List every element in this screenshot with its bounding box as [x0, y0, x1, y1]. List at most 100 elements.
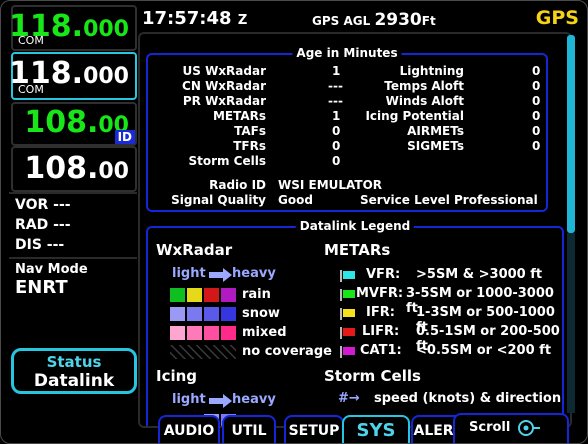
scroll-knob-icon — [518, 420, 540, 436]
tab-util[interactable]: UTIL — [222, 415, 276, 443]
cat1-flag-icon — [340, 346, 355, 358]
nav-mode-label: Nav Mode — [15, 262, 88, 277]
age-value: --- — [328, 94, 343, 108]
age-box-title: Age in Minutes — [292, 46, 402, 60]
intensity-arrow-icon — [209, 268, 232, 282]
rad-readout: RAD --- — [15, 217, 71, 233]
radio-id-label: Radio ID — [209, 178, 266, 192]
age-value: 1 — [332, 64, 341, 78]
mixed-swatch — [221, 326, 236, 340]
signal-quality-label: Signal Quality — [171, 193, 266, 207]
rain-swatch — [187, 288, 202, 302]
mvfr-flag-icon — [340, 289, 355, 301]
wxradar-legend-title: WxRadar — [156, 241, 233, 259]
icing-light-label: light — [172, 392, 206, 407]
radio-id-value: WSI EMULATOR — [278, 178, 383, 192]
wxradar-light-label: light — [172, 266, 206, 281]
service-level-label: Service Level — [360, 193, 450, 207]
nav1-frequency-box[interactable]: 108.00 ID — [11, 102, 137, 146]
tab-setup[interactable]: SETUP — [284, 415, 344, 443]
rain-swatch — [221, 288, 236, 302]
tab-sys[interactable]: SYS — [342, 415, 410, 443]
age-in-minutes-box: Age in Minutes US WxRadar 1 CN WxRadar -… — [146, 46, 548, 212]
nav-source-annunciator: GPS — [535, 7, 579, 29]
nav1-standby-frequency: 108.00 — [24, 151, 129, 186]
snow-swatch — [221, 307, 236, 321]
age-label: Storm Cells — [188, 154, 266, 168]
service-level-value: Professional — [454, 193, 538, 207]
no-coverage-label: no coverage — [242, 344, 332, 359]
metar-category: LIFR: — [362, 324, 400, 339]
scrollbar-track[interactable] — [567, 233, 575, 413]
storm-cell-icon: #→ — [338, 391, 360, 406]
icing-heavy-label: heavy — [232, 392, 276, 407]
tab-audio[interactable]: AUDIO — [158, 415, 220, 443]
metars-legend-title: METARs — [324, 241, 391, 259]
com1-standby-label: COM — [18, 83, 44, 96]
ifr-flag-icon — [340, 308, 355, 320]
age-value: 0 — [532, 124, 541, 138]
age-label: Icing Potential — [365, 109, 464, 123]
wxradar-heavy-label: heavy — [232, 266, 276, 281]
mixed-swatch — [204, 326, 219, 340]
metar-category: MVFR: — [356, 286, 404, 301]
signal-quality-value: Good — [278, 193, 313, 207]
age-label: TFRs — [233, 139, 266, 153]
mixed-label: mixed — [242, 325, 287, 340]
metar-category: VFR: — [366, 267, 401, 282]
icing-legend-title: Icing — [156, 367, 198, 385]
age-value: --- — [328, 79, 343, 93]
divider — [9, 257, 137, 259]
scrollbar-thumb[interactable] — [567, 35, 575, 233]
mixed-swatch — [187, 326, 202, 340]
age-value: 0 — [532, 139, 541, 153]
status-button-page: Datalink — [33, 371, 115, 391]
rain-swatch — [170, 288, 185, 302]
no-coverage-hatch — [170, 345, 236, 359]
metar-category: IFR: — [366, 305, 395, 320]
nav1-standby-box[interactable]: 108.00 — [11, 146, 137, 192]
age-label: Lightning — [399, 64, 464, 78]
age-label: Temps Aloft — [384, 79, 464, 93]
mixed-swatch — [170, 326, 185, 340]
com1-frequency-box[interactable]: 118.000 COM — [9, 5, 137, 51]
age-label: PR WxRadar — [182, 94, 266, 108]
age-value: 0 — [532, 64, 541, 78]
divider — [9, 192, 137, 194]
vor-readout: VOR --- — [15, 197, 71, 213]
rain-label: rain — [242, 287, 271, 302]
datalink-legend-box: Datalink Legend WxRadar light heavy rain… — [146, 219, 564, 426]
status-button-title: Status — [46, 353, 102, 371]
scroll-label: Scroll — [469, 420, 511, 435]
metar-definition: >5SM & >3000 ft — [416, 267, 543, 282]
display-frame: 118.000 COM 118.000 COM 108.00 ID 108.00… — [0, 0, 588, 444]
nav1-frequency: 108.00 — [24, 105, 129, 140]
age-value: 0 — [532, 94, 541, 108]
age-label: AIRMETs — [407, 124, 464, 138]
age-value: 0 — [332, 124, 341, 138]
age-value: 1 — [332, 109, 341, 123]
com1-standby-box[interactable]: 118.000 COM — [9, 52, 137, 100]
lifr-flag-icon — [340, 327, 355, 339]
vfr-flag-icon — [340, 270, 355, 282]
nav-mode-value: ENRT — [15, 277, 68, 298]
metar-definition: <0.5SM or <200 ft — [416, 343, 552, 358]
age-value: 0 — [332, 154, 341, 168]
scroll-control[interactable]: Scroll — [453, 413, 569, 443]
rain-swatch — [204, 288, 219, 302]
storm-cell-description: speed (knots) & direction — [374, 391, 562, 406]
snow-label: snow — [242, 306, 280, 321]
age-label: TAFs — [234, 124, 266, 138]
nav-id-badge[interactable]: ID — [114, 130, 135, 144]
gps-agl-readout: GPS AGL 2930Ft — [312, 10, 436, 30]
metar-category: CAT1: — [360, 343, 402, 358]
utc-clock: 17:57:48 Z — [142, 8, 248, 29]
age-label: SIGMETs — [407, 139, 464, 153]
datalink-status-page: Age in Minutes US WxRadar 1 CN WxRadar -… — [138, 32, 572, 428]
age-label: CN WxRadar — [182, 79, 266, 93]
storm-cells-legend-title: Storm Cells — [324, 367, 421, 385]
snow-swatch — [187, 307, 202, 321]
intensity-arrow-icon — [209, 394, 232, 408]
status-datalink-button[interactable]: Status Datalink — [11, 348, 137, 394]
age-value: 0 — [332, 139, 341, 153]
